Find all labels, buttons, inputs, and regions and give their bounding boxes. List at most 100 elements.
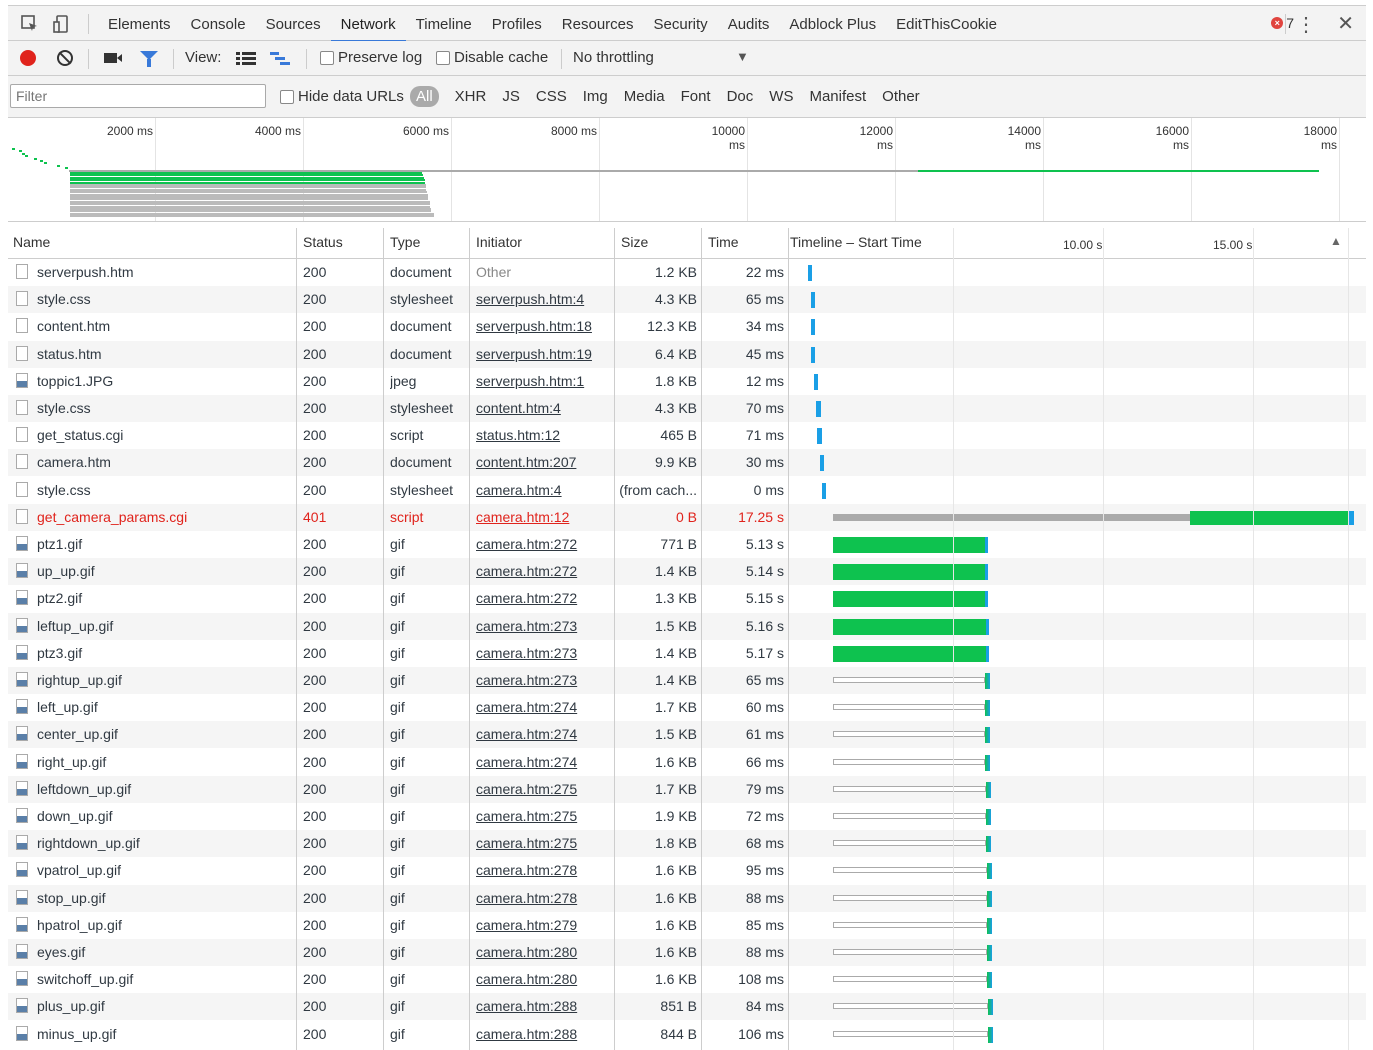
table-row[interactable]: center_up.gif 200 gif camera.htm:274 1.5 KB 6…: [8, 721, 1366, 749]
filter-type-media[interactable]: Media: [616, 86, 673, 107]
close-icon[interactable]: ✕: [1337, 11, 1354, 36]
table-row[interactable]: vpatrol_up.gif 200 gif camera.htm:278 1.6 KB…: [8, 857, 1366, 884]
request-initiator[interactable]: camera.htm:274: [476, 726, 610, 742]
table-row[interactable]: down_up.gif 200 gif camera.htm:275 1.9 KB 72 …: [8, 803, 1366, 830]
request-initiator[interactable]: camera.htm:275: [476, 781, 610, 797]
table-row[interactable]: eyes.gif 200 gif camera.htm:280 1.6 KB 88 ms: [8, 939, 1366, 966]
table-row[interactable]: ptz2.gif 200 gif camera.htm:272 1.3 KB 5.15 s: [8, 585, 1366, 612]
table-row[interactable]: style.css 200 stylesheet camera.htm:4 (from …: [8, 477, 1366, 504]
table-row[interactable]: style.css 200 stylesheet serverpush.htm:4 4.…: [8, 286, 1366, 314]
throttling-select[interactable]: No throttling: [573, 49, 654, 66]
network-overview[interactable]: 2000 ms 4000 ms 6000 ms 8000 ms 10000 ms 1200…: [8, 118, 1366, 222]
request-initiator[interactable]: content.htm:4: [476, 400, 610, 416]
overview-toggle-icon[interactable]: [270, 51, 292, 67]
inspect-element-icon[interactable]: [20, 14, 40, 34]
request-initiator[interactable]: serverpush.htm:18: [476, 318, 610, 334]
tab-elements[interactable]: Elements: [98, 7, 181, 42]
table-row[interactable]: leftup_up.gif 200 gif camera.htm:273 1.5 KB 5…: [8, 612, 1366, 640]
request-initiator[interactable]: camera.htm:274: [476, 754, 610, 770]
request-initiator[interactable]: camera.htm:275: [476, 808, 610, 824]
table-row[interactable]: stop_up.gif 200 gif camera.htm:278 1.6 KB 88 …: [8, 884, 1366, 912]
request-initiator[interactable]: camera.htm:275: [476, 835, 610, 851]
filter-type-css[interactable]: CSS: [528, 86, 575, 107]
table-row[interactable]: get_camera_params.cgi 401 script camera.htm…: [8, 503, 1366, 531]
filter-type-all[interactable]: All: [410, 86, 439, 107]
filter-type-other[interactable]: Other: [874, 86, 928, 107]
table-row[interactable]: camera.htm 200 document content.htm:207 9.9 …: [8, 449, 1366, 477]
filter-type-img[interactable]: Img: [575, 86, 616, 107]
filter-toggle-icon[interactable]: [140, 51, 158, 67]
table-row[interactable]: content.htm 200 document serverpush.htm:18 1…: [8, 313, 1366, 340]
column-divider[interactable]: [383, 228, 384, 1050]
filter-type-xhr[interactable]: XHR: [447, 86, 495, 107]
header-timeline[interactable]: Timeline – Start Time: [790, 234, 922, 250]
tab-sources[interactable]: Sources: [256, 7, 331, 42]
request-initiator[interactable]: camera.htm:4: [476, 482, 610, 498]
request-initiator[interactable]: serverpush.htm:1: [476, 373, 610, 389]
tab-network[interactable]: Network: [330, 7, 406, 42]
record-button[interactable]: [20, 50, 36, 66]
table-row[interactable]: style.css 200 stylesheet content.htm:4 4.3 K…: [8, 395, 1366, 422]
tab-resources[interactable]: Resources: [552, 7, 644, 42]
filter-type-ws[interactable]: WS: [761, 86, 801, 107]
header-size[interactable]: Size: [621, 234, 648, 250]
header-status[interactable]: Status: [303, 234, 343, 250]
request-initiator[interactable]: camera.htm:279: [476, 917, 610, 933]
filter-input[interactable]: [10, 84, 266, 108]
filter-type-doc[interactable]: Doc: [719, 86, 762, 107]
table-row[interactable]: minus_up.gif 200 gif camera.htm:288 844 B 106…: [8, 1021, 1366, 1048]
column-divider[interactable]: [469, 228, 470, 1050]
capture-screenshots-icon[interactable]: [104, 53, 122, 63]
tab-editthiscookie[interactable]: EditThisCookie: [886, 7, 1007, 42]
tab-console[interactable]: Console: [181, 7, 256, 42]
filter-type-manifest[interactable]: Manifest: [801, 86, 874, 107]
request-initiator[interactable]: camera.htm:278: [476, 862, 610, 878]
filter-type-js[interactable]: JS: [494, 86, 528, 107]
request-initiator[interactable]: camera.htm:273: [476, 645, 610, 661]
chevron-down-icon[interactable]: ▼: [736, 49, 749, 64]
request-initiator[interactable]: camera.htm:12: [476, 509, 610, 525]
request-initiator[interactable]: camera.htm:272: [476, 590, 610, 606]
clear-button[interactable]: [57, 50, 73, 66]
tab-profiles[interactable]: Profiles: [482, 7, 552, 42]
disable-cache-checkbox[interactable]: [436, 51, 450, 65]
large-rows-icon[interactable]: [236, 51, 256, 67]
sort-ascending-icon[interactable]: ▲: [1330, 234, 1342, 248]
request-initiator[interactable]: content.htm:207: [476, 454, 610, 470]
column-divider[interactable]: [296, 228, 297, 1050]
tab-timeline[interactable]: Timeline: [406, 7, 482, 42]
table-row[interactable]: hpatrol_up.gif 200 gif camera.htm:279 1.6 KB…: [8, 912, 1366, 939]
table-row[interactable]: switchoff_up.gif 200 gif camera.htm:280 1.6 …: [8, 966, 1366, 993]
filter-type-font[interactable]: Font: [673, 86, 719, 107]
request-initiator[interactable]: camera.htm:288: [476, 1026, 610, 1042]
tab-audits[interactable]: Audits: [718, 7, 780, 42]
device-toolbar-icon[interactable]: [52, 14, 72, 34]
header-type[interactable]: Type: [390, 234, 420, 250]
request-initiator[interactable]: camera.htm:280: [476, 944, 610, 960]
column-divider[interactable]: [788, 228, 789, 1050]
tab-adblock-plus[interactable]: Adblock Plus: [779, 7, 886, 42]
request-initiator[interactable]: camera.htm:272: [476, 536, 610, 552]
table-row[interactable]: serverpush.htm 200 document Other 1.2 KB 22 m…: [8, 259, 1366, 286]
hide-data-urls-checkbox[interactable]: [280, 90, 294, 104]
table-row[interactable]: toppic1.JPG 200 jpeg serverpush.htm:1 1.8 KB…: [8, 368, 1366, 395]
more-options-icon[interactable]: ⋮: [1296, 12, 1316, 37]
table-row[interactable]: rightup_up.gif 200 gif camera.htm:273 1.4 KB…: [8, 667, 1366, 694]
table-row[interactable]: get_status.cgi 200 script status.htm:12 465 …: [8, 422, 1366, 449]
column-divider[interactable]: [701, 228, 702, 1050]
request-initiator[interactable]: camera.htm:272: [476, 563, 610, 579]
request-initiator[interactable]: camera.htm:288: [476, 998, 610, 1014]
table-row[interactable]: ptz1.gif 200 gif camera.htm:272 771 B 5.13 s: [8, 531, 1366, 558]
table-row[interactable]: leftdown_up.gif 200 gif camera.htm:275 1.7 K…: [8, 775, 1366, 803]
request-initiator[interactable]: serverpush.htm:19: [476, 346, 610, 362]
table-row[interactable]: ptz3.gif 200 gif camera.htm:273 1.4 KB 5.17 s: [8, 640, 1366, 667]
header-initiator[interactable]: Initiator: [476, 234, 522, 250]
request-initiator[interactable]: camera.htm:273: [476, 672, 610, 688]
preserve-log-checkbox[interactable]: [320, 51, 334, 65]
request-initiator[interactable]: camera.htm:273: [476, 618, 610, 634]
table-row[interactable]: plus_up.gif 200 gif camera.htm:288 851 B 84 m…: [8, 993, 1366, 1021]
request-initiator[interactable]: status.htm:12: [476, 427, 610, 443]
table-row[interactable]: status.htm 200 document serverpush.htm:19 6.…: [8, 340, 1366, 368]
tab-security[interactable]: Security: [644, 7, 718, 42]
table-row[interactable]: right_up.gif 200 gif camera.htm:274 1.6 KB 66…: [8, 749, 1366, 776]
